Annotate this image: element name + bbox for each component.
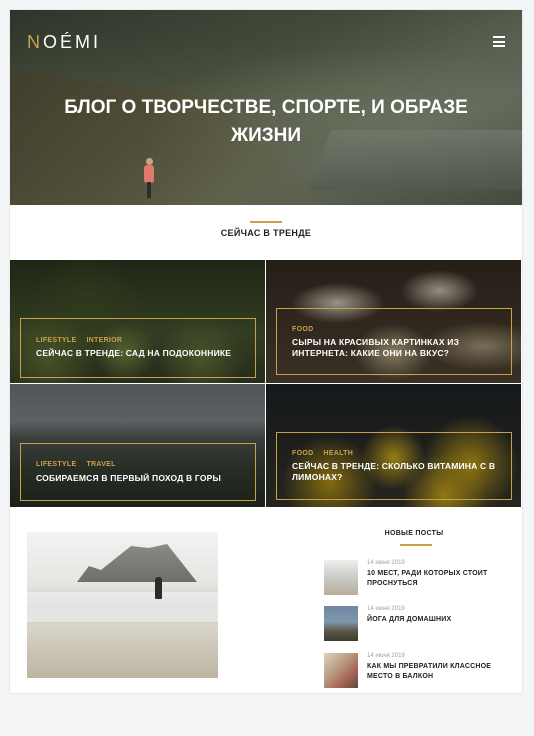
trending-card-lemons[interactable]: FOOD HEALTH СЕЙЧАС В ТРЕНДЕ: СКОЛЬКО ВИТА… <box>266 384 521 507</box>
post-date: 14 июня 2019 <box>367 653 405 659</box>
hero-title: БЛОГ О ТВОРЧЕСТВЕ, СПОРТЕ, И ОБРАЗЕ ЖИЗН… <box>64 97 468 146</box>
post-date: 14 июня 2019 <box>367 560 405 566</box>
post-item[interactable]: 14 июня 2019 ЙОГА ДЛЯ ДОМАШНИХ <box>324 606 504 642</box>
card-categories: FOOD <box>292 326 323 333</box>
post-date: 14 июня 2019 <box>367 606 405 612</box>
post-item[interactable]: 14 июня 2019 10 МЕСТ, РАДИ КОТОРЫХ СТОИТ… <box>324 560 504 596</box>
hamburger-icon[interactable] <box>493 36 505 47</box>
trending-card-hiking[interactable]: LIFESTYLE TRAVEL СОБИРАЕМСЯ В ПЕРВЫЙ ПОХО… <box>10 384 265 507</box>
category-tag[interactable]: HEALTH <box>323 450 353 457</box>
trending-card-garden[interactable]: LIFESTYLE INTERIOR СЕЙЧАС В ТРЕНДЕ: САД Н… <box>10 260 265 383</box>
logo-initial: N <box>27 32 43 52</box>
hero-yoga-person-image <box>142 158 156 198</box>
post-title[interactable]: ЙОГА ДЛЯ ДОМАШНИХ <box>367 615 502 625</box>
trending-title: СЕЙЧАС В ТРЕНДЕ <box>220 228 312 238</box>
post-title[interactable]: КАК МЫ ПРЕВРАТИЛИ КЛАССНОЕ МЕСТО В БАЛКО… <box>367 662 502 682</box>
trending-card-cheese[interactable]: FOOD СЫРЫ НА КРАСИВЫХ КАРТИНКАХ ИЗ ИНТЕР… <box>266 260 521 383</box>
post-thumbnail[interactable] <box>324 560 358 595</box>
category-tag[interactable]: TRAVEL <box>86 461 115 468</box>
card-title[interactable]: СЕЙЧАС В ТРЕНДЕ: СКОЛЬКО ВИТАМИНА С В ЛИ… <box>292 461 497 483</box>
site-logo[interactable]: NOÉMI <box>27 32 101 53</box>
category-tag[interactable]: INTERIOR <box>86 337 122 344</box>
card-categories: FOOD HEALTH <box>292 450 363 457</box>
post-title[interactable]: 10 МЕСТ, РАДИ КОТОРЫХ СТОИТ ПРОСНУТЬСЯ <box>367 569 502 589</box>
new-posts-divider <box>400 544 432 546</box>
card-title[interactable]: СЫРЫ НА КРАСИВЫХ КАРТИНКАХ ИЗ ИНТЕРНЕТА:… <box>292 337 492 359</box>
card-frame <box>20 443 256 501</box>
category-tag[interactable]: FOOD <box>292 450 313 457</box>
category-tag[interactable]: LIFESTYLE <box>36 461 76 468</box>
card-title[interactable]: СЕЙЧАС В ТРЕНДЕ: САД НА ПОДОКОННИКЕ <box>36 348 251 359</box>
logo-text: OÉMI <box>43 32 102 52</box>
page-frame: NOÉMI БЛОГ О ТВОРЧЕСТВЕ, СПОРТЕ, И ОБРАЗ… <box>10 10 522 693</box>
post-item[interactable]: 14 июня 2019 КАК МЫ ПРЕВРАТИЛИ КЛАССНОЕ … <box>324 653 504 689</box>
new-posts-title: НОВЫЕ ПОСТЫ <box>384 530 444 537</box>
hero-banner: NOÉMI БЛОГ О ТВОРЧЕСТВЕ, СПОРТЕ, И ОБРАЗ… <box>10 10 522 205</box>
category-tag[interactable]: LIFESTYLE <box>36 337 76 344</box>
trending-divider <box>250 221 282 223</box>
category-tag[interactable]: FOOD <box>292 326 313 333</box>
card-categories: LIFESTYLE TRAVEL <box>36 461 126 468</box>
trending-header: СЕЙЧАС В ТРЕНДЕ <box>10 205 522 260</box>
card-categories: LIFESTYLE INTERIOR <box>36 337 132 344</box>
card-title[interactable]: СОБИРАЕМСЯ В ПЕРВЫЙ ПОХОД В ГОРЫ <box>36 473 251 484</box>
featured-beach-image[interactable] <box>27 532 218 678</box>
post-thumbnail[interactable] <box>324 606 358 641</box>
post-thumbnail[interactable] <box>324 653 358 688</box>
